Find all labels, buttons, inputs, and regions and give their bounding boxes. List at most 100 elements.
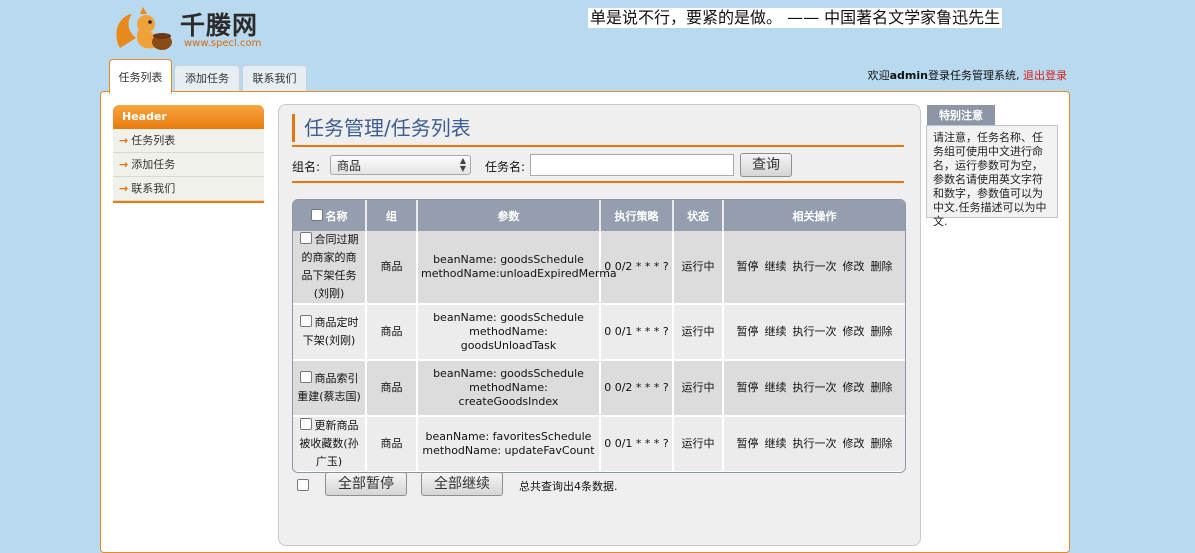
tab-contact[interactable]: 联系我们 bbox=[242, 65, 307, 93]
row-checkbox[interactable] bbox=[299, 418, 312, 430]
edit-link[interactable]: 修改 bbox=[843, 325, 865, 338]
param-bean: beanName: goodsSchedule bbox=[433, 367, 584, 380]
delete-link[interactable]: 删除 bbox=[871, 325, 893, 338]
run-once-link[interactable]: 执行一次 bbox=[793, 437, 837, 450]
sidebar-header: Header bbox=[113, 105, 264, 129]
arrow-right-icon: → bbox=[119, 182, 129, 195]
param-bean: beanName: goodsSchedule bbox=[433, 311, 584, 324]
tab-add-task[interactable]: 添加任务 bbox=[174, 65, 240, 93]
pause-link[interactable]: 暂停 bbox=[737, 437, 759, 450]
header-params: 参数 bbox=[417, 200, 601, 231]
header-actions: 相关操作 bbox=[723, 200, 905, 231]
header-quote: 单是说不行，要紧的是做。 —— 中国著名文学家鲁迅先生 bbox=[588, 8, 1003, 28]
tab-task-list[interactable]: 任务列表 bbox=[109, 59, 172, 94]
cell-cron: 0 0/2 * * * ? bbox=[600, 231, 674, 305]
bottom-select-checkbox[interactable] bbox=[297, 479, 309, 491]
row-checkbox[interactable] bbox=[299, 371, 312, 383]
task-name-input[interactable] bbox=[530, 154, 734, 176]
cell-actions: 暂停 继续 执行一次 修改 删除 bbox=[723, 360, 905, 417]
edit-link[interactable]: 修改 bbox=[843, 260, 865, 273]
page-title: 任务管理/任务列表 bbox=[292, 114, 471, 142]
group-select-value: 商品 bbox=[337, 159, 362, 173]
select-arrows-icon: ▲ ▼ bbox=[459, 156, 466, 173]
sidebar-item-label: 联系我们 bbox=[131, 182, 176, 195]
logo-site-url: www.specl.com bbox=[184, 38, 262, 49]
row-checkbox[interactable] bbox=[299, 232, 312, 244]
run-once-link[interactable]: 执行一次 bbox=[793, 325, 837, 338]
sidebar-item-label: 添加任务 bbox=[131, 158, 176, 171]
cell-group: 商品 bbox=[366, 360, 418, 417]
cell-name: 合同过期的商家的商品下架任务 (刘刚) bbox=[293, 231, 367, 305]
squirrel-icon bbox=[116, 7, 172, 50]
param-method: methodName:unloadExpiredMerma bbox=[421, 267, 617, 280]
table-row: 商品定时下架(刘刚) 商品 beanName: goodsSchedule met… bbox=[293, 304, 905, 361]
cell-status: 运行中 bbox=[673, 304, 724, 361]
cell-group: 商品 bbox=[366, 416, 418, 472]
delete-link[interactable]: 删除 bbox=[871, 437, 893, 450]
header-name: 名称 bbox=[293, 200, 367, 231]
resume-all-button[interactable]: 全部继续 bbox=[421, 472, 503, 496]
run-once-link[interactable]: 执行一次 bbox=[793, 260, 837, 273]
query-button[interactable]: 查询 bbox=[740, 153, 792, 177]
arrow-right-icon: → bbox=[119, 134, 129, 147]
task-table: 名称 组 参数 执行策略 状态 相关操作 合同过期的商家的商品下架任务 (刘刚)… bbox=[292, 199, 906, 473]
group-select[interactable]: 商品 ▲ ▼ bbox=[330, 155, 471, 175]
pause-link[interactable]: 暂停 bbox=[737, 381, 759, 394]
welcome-suffix: 登录任务管理系统, bbox=[928, 69, 1020, 82]
cell-cron: 0 0/1 * * * ? bbox=[600, 416, 674, 472]
cell-cron: 0 0/1 * * * ? bbox=[600, 304, 674, 361]
sidebar-item-add-task[interactable]: → 添加任务 bbox=[113, 153, 264, 177]
notice-text: 请注意，任务名称、任务组可使用中文进行命名，运行参数可为空，参数名请使用英文字符… bbox=[926, 125, 1058, 228]
header-cron: 执行策略 bbox=[600, 200, 674, 231]
search-divider bbox=[292, 181, 904, 183]
table-header-row: 名称 组 参数 执行策略 状态 相关操作 bbox=[293, 200, 905, 231]
cell-actions: 暂停 继续 执行一次 修改 删除 bbox=[723, 231, 905, 305]
pause-link[interactable]: 暂停 bbox=[737, 325, 759, 338]
logout-link[interactable]: 退出登录 bbox=[1023, 69, 1067, 82]
sidebar-item-contact[interactable]: → 联系我们 bbox=[113, 177, 264, 201]
arrow-right-icon: → bbox=[119, 158, 129, 171]
resume-link[interactable]: 继续 bbox=[765, 381, 787, 394]
edit-link[interactable]: 修改 bbox=[843, 381, 865, 394]
cell-params: beanName: goodsSchedule methodName: goods… bbox=[417, 304, 601, 361]
resume-link[interactable]: 继续 bbox=[765, 437, 787, 450]
pause-all-button[interactable]: 全部暂停 bbox=[325, 472, 407, 496]
select-all-checkbox[interactable] bbox=[310, 208, 323, 221]
pause-link[interactable]: 暂停 bbox=[737, 260, 759, 273]
resume-link[interactable]: 继续 bbox=[765, 325, 787, 338]
edit-link[interactable]: 修改 bbox=[843, 437, 865, 450]
total-count: 总共查询出4条数据. bbox=[519, 480, 618, 493]
run-once-link[interactable]: 执行一次 bbox=[793, 381, 837, 394]
cell-name: 更新商品被收藏数(孙广玉) bbox=[293, 416, 367, 472]
param-method: methodName: goodsUnloadTask bbox=[460, 325, 557, 352]
table-row: 商品索引重建(蔡志国) 商品 beanName: goodsSchedule me… bbox=[293, 360, 905, 417]
notice-title: 特别注意 bbox=[927, 105, 995, 126]
sidebar: Header → 任务列表 → 添加任务 → 联系我们 bbox=[113, 105, 264, 203]
header-status: 状态 bbox=[673, 200, 724, 231]
sidebar-divider bbox=[113, 201, 264, 203]
cell-actions: 暂停 继续 执行一次 修改 删除 bbox=[723, 416, 905, 472]
sidebar-item-task-list[interactable]: → 任务列表 bbox=[113, 129, 264, 153]
cell-name: 商品定时下架(刘刚) bbox=[293, 304, 367, 361]
welcome-message: 欢迎admin登录任务管理系统, 退出登录 bbox=[868, 67, 1067, 83]
cell-name: 商品索引重建(蔡志国) bbox=[293, 360, 367, 417]
cell-status: 运行中 bbox=[673, 231, 724, 305]
resume-link[interactable]: 继续 bbox=[765, 260, 787, 273]
title-divider bbox=[292, 145, 904, 147]
delete-link[interactable]: 删除 bbox=[871, 381, 893, 394]
cell-status: 运行中 bbox=[673, 416, 724, 472]
logo-brand: 千媵网 bbox=[180, 11, 259, 40]
cell-group: 商品 bbox=[366, 304, 418, 361]
cell-actions: 暂停 继续 执行一次 修改 删除 bbox=[723, 304, 905, 361]
task-name-label: 任务名: bbox=[485, 160, 526, 174]
row-checkbox[interactable] bbox=[299, 315, 312, 327]
group-label: 组名: bbox=[292, 160, 321, 174]
param-bean: beanName: goodsSchedule bbox=[433, 253, 584, 266]
delete-link[interactable]: 删除 bbox=[871, 260, 893, 273]
param-method: methodName: createGoodsIndex bbox=[458, 381, 559, 408]
site-logo[interactable]: 千媵网 www.specl.com bbox=[112, 4, 287, 54]
table-row: 合同过期的商家的商品下架任务 (刘刚) 商品 beanName: goodsSc… bbox=[293, 231, 905, 305]
cell-params: beanName: favoritesSchedule methodName: u… bbox=[417, 416, 601, 472]
cell-group: 商品 bbox=[366, 231, 418, 305]
cell-cron: 0 0/2 * * * ? bbox=[600, 360, 674, 417]
